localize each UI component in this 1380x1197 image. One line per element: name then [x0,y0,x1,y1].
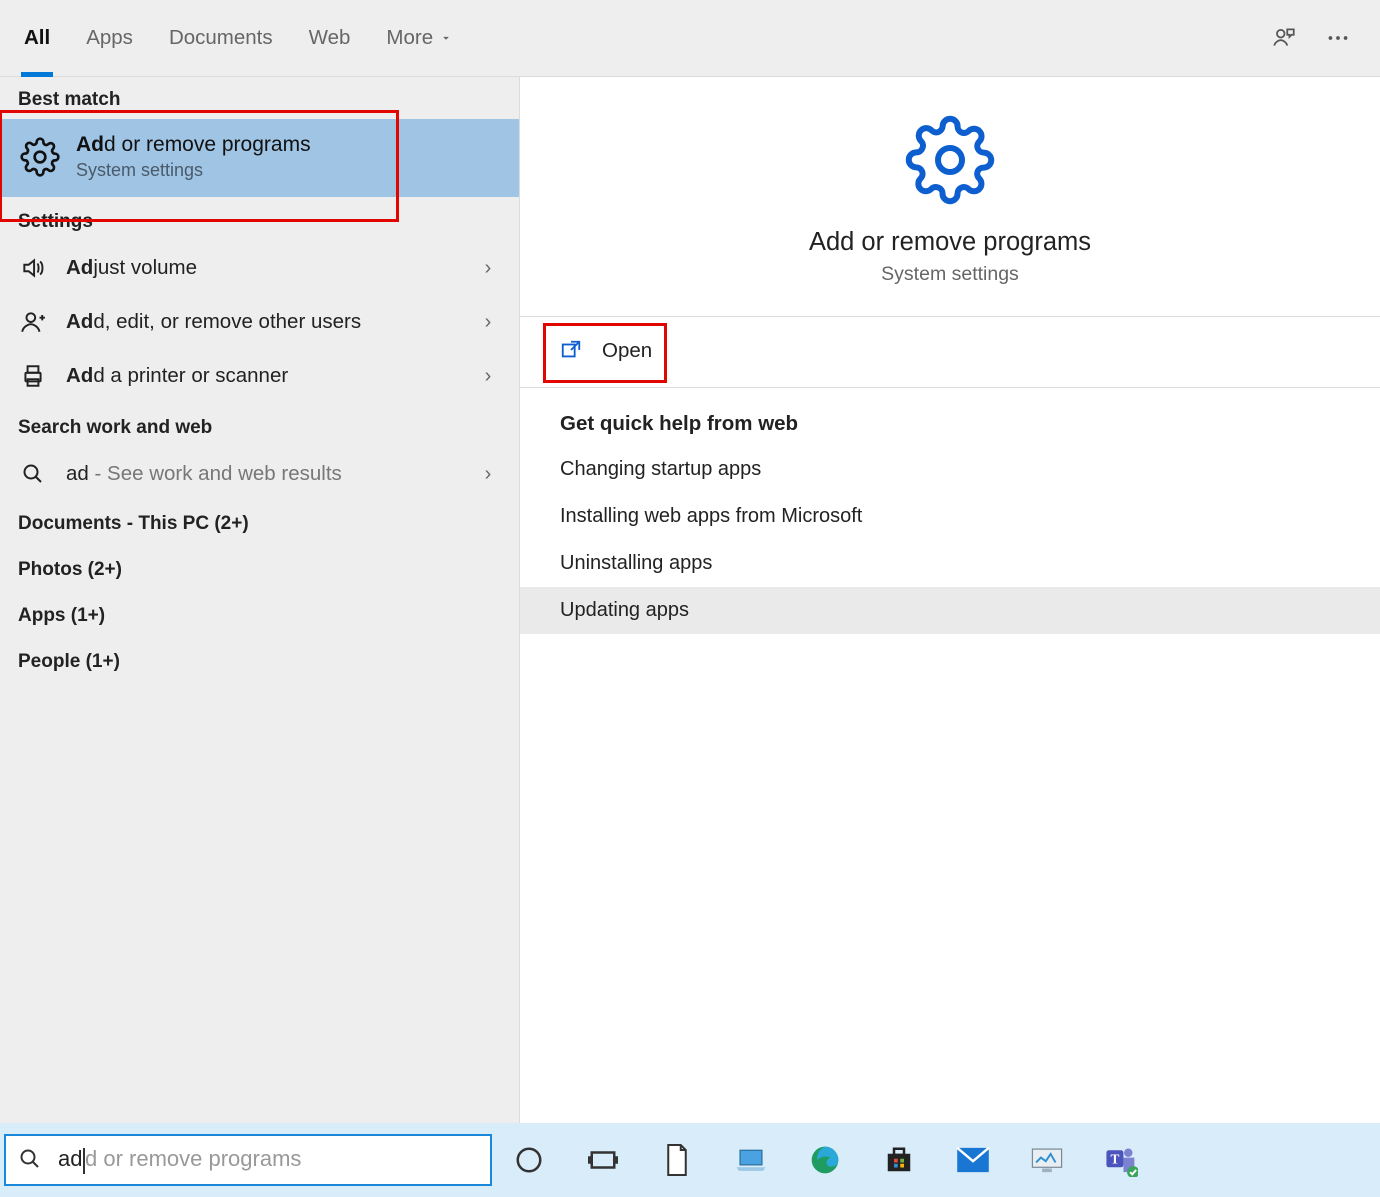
chevron-right-icon: › [475,365,501,388]
search-icon [18,1147,44,1173]
quick-help-title: Get quick help from web [560,412,1340,436]
open-action[interactable]: Open [520,317,1380,388]
best-match-subtitle: System settings [76,160,311,181]
search-web-label: Search work and web [0,403,519,447]
settings-item-label: Add a printer or scanner [66,364,475,388]
chevron-right-icon: › [475,257,501,280]
quick-help-item[interactable]: Uninstalling apps [520,540,1380,587]
best-match-result[interactable]: Add or remove programs System settings [0,119,519,197]
category-people[interactable]: People (1+) [0,639,519,685]
chevron-down-icon [439,31,453,45]
settings-item-label: Add, edit, or remove other users [66,310,475,334]
detail-title: Add or remove programs [809,228,1091,257]
chevron-right-icon: › [475,311,501,334]
printer-icon [18,361,48,391]
taskbar-app-document[interactable] [650,1136,704,1184]
category-documents[interactable]: Documents - This PC (2+) [0,501,519,547]
quick-help-item[interactable]: Changing startup apps [520,446,1380,493]
tab-documents[interactable]: Documents [169,26,273,50]
more-options-icon[interactable] [1320,20,1356,56]
best-match-label: Best match [0,77,519,119]
best-match-title: Add or remove programs [76,133,311,157]
taskbar: add or remove programs T [0,1123,1380,1197]
search-text: add or remove programs [58,1146,301,1173]
search-tab-bar: All Apps Documents Web More [0,0,1380,77]
taskbar-app-mail[interactable] [946,1136,1000,1184]
settings-result-users[interactable]: Add, edit, or remove other users › [0,295,519,349]
search-input[interactable]: add or remove programs [4,1134,492,1186]
taskbar-app-teams[interactable]: T [1094,1136,1148,1184]
cortana-icon[interactable] [502,1136,556,1184]
user-plus-icon [18,307,48,337]
open-label: Open [602,339,652,363]
web-result[interactable]: ad - See work and web results › [0,447,519,501]
chevron-right-icon: › [475,463,501,486]
tab-web[interactable]: Web [309,26,351,50]
taskbar-app-laptop[interactable] [724,1136,778,1184]
volume-icon [18,253,48,283]
tab-apps[interactable]: Apps [86,26,133,50]
settings-item-label: Adjust volume [66,256,475,280]
taskbar-app-monitor[interactable] [1020,1136,1074,1184]
taskbar-app-store[interactable] [872,1136,926,1184]
search-icon [18,459,48,489]
svg-text:T: T [1110,1152,1119,1167]
settings-result-printer[interactable]: Add a printer or scanner › [0,349,519,403]
category-apps[interactable]: Apps (1+) [0,593,519,639]
web-result-text: ad - See work and web results [66,462,475,486]
settings-label: Settings [0,197,519,241]
detail-subtitle: System settings [881,263,1019,286]
task-view-icon[interactable] [576,1136,630,1184]
taskbar-app-edge[interactable] [798,1136,852,1184]
category-photos[interactable]: Photos (2+) [0,547,519,593]
gear-icon [18,135,62,179]
detail-pane: Add or remove programs System settings O… [519,77,1380,1123]
tab-all[interactable]: All [24,26,50,50]
gear-icon-large [905,115,995,210]
quick-help-item[interactable]: Installing web apps from Microsoft [520,493,1380,540]
results-pane: Best match Add or remove programs System… [0,77,519,1123]
open-icon [560,339,584,363]
tab-more-label: More [386,26,433,50]
tab-more[interactable]: More [386,26,453,50]
settings-result-adjust-volume[interactable]: Adjust volume › [0,241,519,295]
quick-help-item[interactable]: Updating apps [520,587,1380,634]
feedback-icon[interactable] [1266,20,1302,56]
